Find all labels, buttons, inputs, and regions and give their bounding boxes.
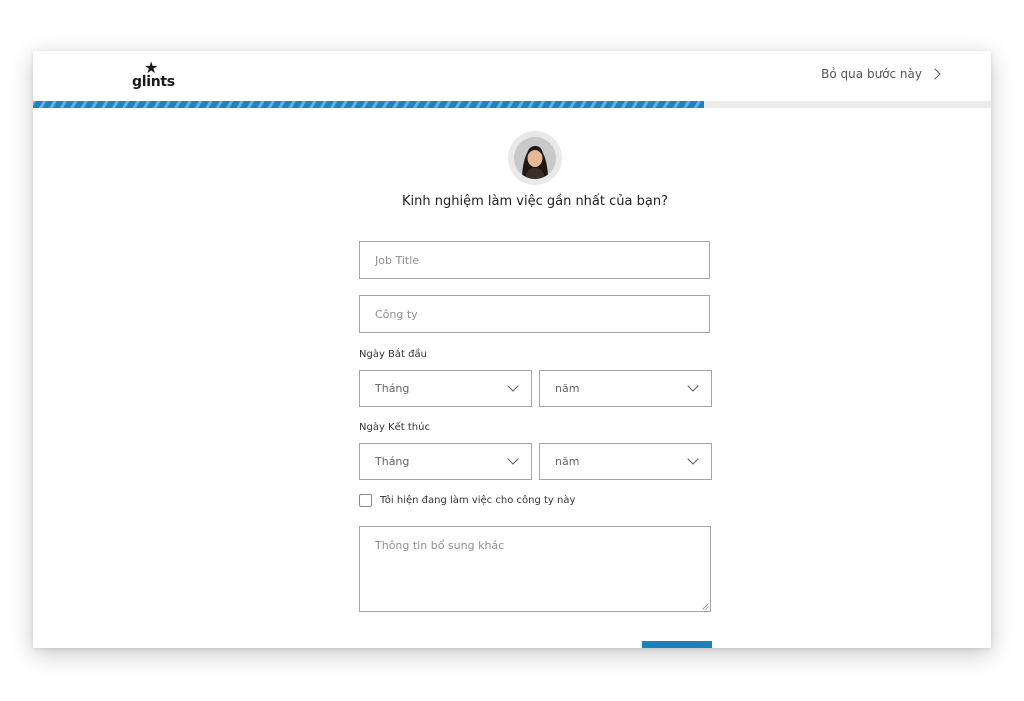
logo-text: glints <box>132 74 175 90</box>
current-job-checkbox[interactable] <box>359 494 372 507</box>
chevron-down-icon <box>507 380 519 392</box>
skip-step-label: Bỏ qua bước này <box>821 67 922 81</box>
end-date-label: Ngày Kết thúc <box>359 422 430 433</box>
skip-step-link[interactable]: Bỏ qua bước này <box>821 67 941 81</box>
avatar <box>508 131 562 185</box>
chevron-down-icon <box>687 380 699 392</box>
start-year-value: năm <box>555 382 580 395</box>
progress-bar <box>33 101 991 108</box>
current-job-label: Tôi hiện đang làm việc cho công ty này <box>380 495 576 506</box>
company-input[interactable] <box>359 295 710 333</box>
app-window: ★ glints Bỏ qua bước này Kinh nghiệm làm… <box>33 51 991 648</box>
current-job-option[interactable]: Tôi hiện đang làm việc cho công ty này <box>359 494 575 507</box>
start-year-select[interactable]: năm <box>539 370 712 407</box>
extra-info-textarea[interactable] <box>359 526 711 612</box>
start-month-value: Tháng <box>375 382 410 395</box>
submit-button[interactable] <box>642 641 712 648</box>
end-year-value: năm <box>555 455 580 468</box>
chevron-down-icon <box>507 453 519 465</box>
form-question: Kinh nghiệm làm việc gần nhất của bạn? <box>402 194 668 209</box>
start-month-select[interactable]: Tháng <box>359 370 532 407</box>
chevron-right-icon <box>929 68 941 80</box>
end-month-value: Tháng <box>375 455 410 468</box>
start-date-label: Ngày Bắt đầu <box>359 349 427 360</box>
avatar-photo <box>514 137 556 179</box>
top-bar: ★ glints Bỏ qua bước này <box>33 51 991 102</box>
job-title-input[interactable] <box>359 241 710 279</box>
progress-bar-fill <box>33 101 704 108</box>
glints-logo[interactable]: ★ glints <box>132 60 175 92</box>
end-month-select[interactable]: Tháng <box>359 443 532 480</box>
chevron-down-icon <box>687 453 699 465</box>
resize-grip-icon[interactable] <box>702 603 709 610</box>
end-year-select[interactable]: năm <box>539 443 712 480</box>
